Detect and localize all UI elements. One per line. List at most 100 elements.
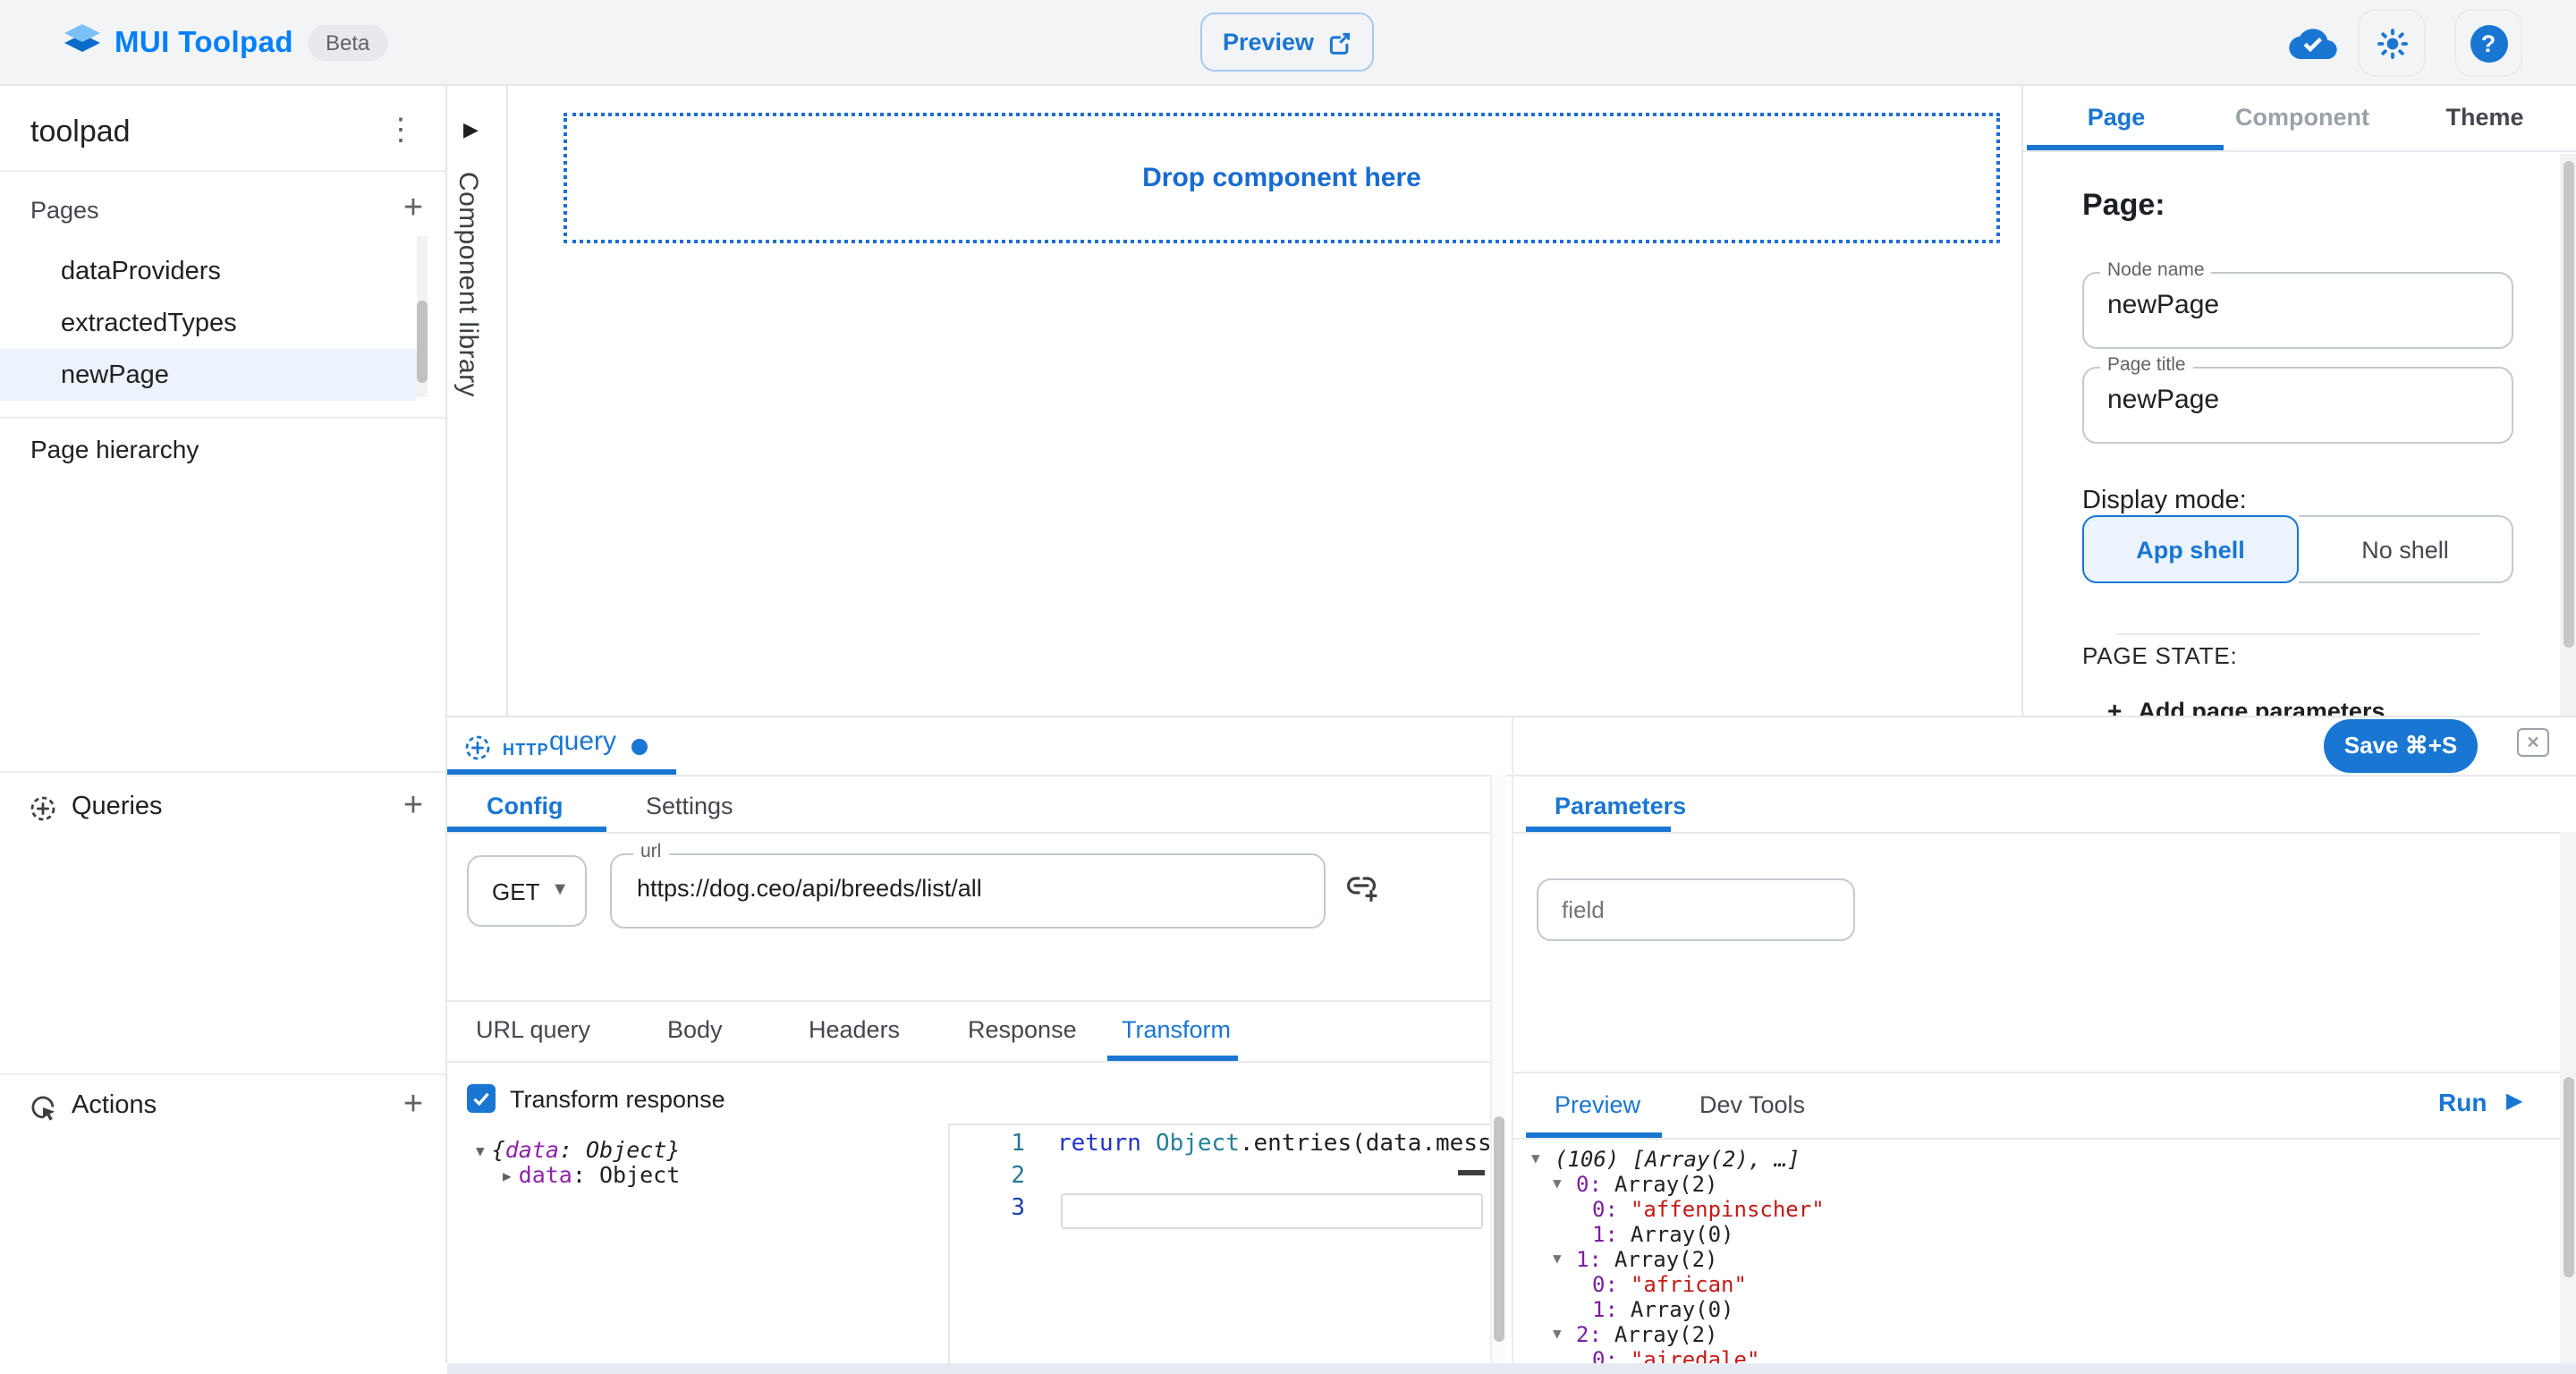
beta-badge: Beta <box>308 25 387 61</box>
app-header: MUI Toolpad Beta Preview ? <box>0 0 2576 86</box>
run-button[interactable]: Run <box>2438 1088 2487 1116</box>
divider <box>1513 1072 2576 1073</box>
current-line-highlight <box>1061 1193 1483 1229</box>
tab-page[interactable]: Page <box>2023 104 2209 131</box>
toggle-app-shell[interactable]: App shell <box>2082 515 2299 583</box>
divider <box>506 86 508 716</box>
component-library-label[interactable]: Component library <box>453 172 483 397</box>
json-tree-row[interactable]: ▼ 1: Array(2) <box>1513 1247 2560 1272</box>
close-panel-button[interactable]: ✕ <box>2517 728 2549 757</box>
add-page-button[interactable]: + <box>390 186 436 233</box>
schema-brace: { <box>492 1136 505 1163</box>
sidebar-item-newpage[interactable]: newPage <box>0 349 417 401</box>
transform-response-label[interactable]: Transform response <box>510 1086 725 1113</box>
code-editor[interactable]: 1 2 3 returnObject.entries(data.messag <box>948 1124 1490 1363</box>
add-action-button[interactable]: + <box>390 1082 436 1129</box>
plus-icon: + <box>2107 696 2122 716</box>
preview-scrollbar-thumb[interactable] <box>2563 1077 2574 1277</box>
tab-dev-tools[interactable]: Dev Tools <box>1699 1091 1805 1118</box>
divider <box>0 417 445 419</box>
json-tree-row[interactable]: 0: "african" <box>1513 1272 2560 1297</box>
schema-child-node[interactable]: ▶data: Object <box>503 1161 680 1188</box>
display-mode-label: Display mode: <box>2082 487 2247 515</box>
json-value: (106) [Array(2), …] <box>1555 1147 1801 1172</box>
schema-key: data <box>505 1136 559 1163</box>
json-tree-row[interactable]: 0: "airedale" <box>1513 1347 2560 1363</box>
divider <box>447 832 1490 834</box>
query-tab-label[interactable]: query <box>549 726 616 757</box>
line-number: 1 <box>964 1131 1025 1158</box>
tree-arrow-icon[interactable]: ▼ <box>1553 1247 1576 1272</box>
tree-arrow-icon[interactable]: ▼ <box>1531 1147 1555 1172</box>
tab-theme[interactable]: Theme <box>2392 104 2576 131</box>
tab-config[interactable]: Config <box>487 793 564 819</box>
url-label: url <box>633 841 668 862</box>
theme-toggle-button[interactable] <box>2358 9 2426 77</box>
parameter-field-input[interactable] <box>1562 896 1830 923</box>
parameter-field[interactable] <box>1537 878 1855 941</box>
json-key: 0: <box>1592 1197 1618 1222</box>
code-line: returnObject.entries(data.messag <box>1057 1131 1490 1158</box>
divider <box>0 170 445 172</box>
json-tree-row[interactable]: 1: Array(0) <box>1513 1297 2560 1322</box>
page-hierarchy-label: Page hierarchy <box>30 435 199 463</box>
drop-zone[interactable]: Drop component here <box>564 113 2000 243</box>
component-library-expand-icon[interactable]: ▶ <box>463 118 479 141</box>
tab-preview[interactable]: Preview <box>1555 1091 1640 1118</box>
tab-parameters[interactable]: Parameters <box>1555 793 1686 819</box>
preview-button[interactable]: Preview <box>1200 13 1374 72</box>
sidebar-item-dataproviders[interactable]: dataProviders <box>0 245 417 297</box>
code-text: .entries(data.messag <box>1240 1131 1490 1158</box>
inspector-scrollbar-thumb[interactable] <box>2563 161 2574 648</box>
tree-arrow-icon[interactable]: ▼ <box>1553 1172 1576 1197</box>
link-icon[interactable] <box>1343 869 1379 905</box>
preview-button-label: Preview <box>1223 29 1314 55</box>
method-select[interactable]: GET ▼ <box>467 855 587 927</box>
page-title-input[interactable] <box>2107 385 2483 415</box>
json-tree-row[interactable]: ▼ 2: Array(2) <box>1513 1322 2560 1347</box>
json-key: 0: <box>1592 1347 1618 1363</box>
tab-settings[interactable]: Settings <box>646 793 733 819</box>
divider <box>0 1073 445 1075</box>
sidebar-item-extractedtypes[interactable]: extractedTypes <box>0 297 417 349</box>
toolpad-editor: MUI Toolpad Beta Preview ? toolp <box>0 0 2576 1374</box>
json-value: "affenpinscher" <box>1631 1197 1825 1222</box>
divider <box>447 1000 1490 1002</box>
toggle-no-shell[interactable]: No shell <box>2299 515 2513 583</box>
result-json-tree[interactable]: ▼ (106) [Array(2), …] ▼ 0: Array(2) 0: "… <box>1513 1147 2560 1363</box>
add-page-parameters-button[interactable]: + Add page parameters <box>2107 696 2385 716</box>
json-value: "african" <box>1631 1272 1747 1297</box>
json-tree-row[interactable]: 1: Array(0) <box>1513 1222 2560 1247</box>
page-state-label: PAGE STATE: <box>2082 642 2238 669</box>
tab-body[interactable]: Body <box>667 1016 723 1043</box>
save-button[interactable]: Save ⌘+S <box>2324 719 2478 773</box>
tab-headers[interactable]: Headers <box>809 1016 900 1043</box>
tree-arrow-icon[interactable]: ▼ <box>1553 1322 1576 1347</box>
expand-arrow-icon[interactable]: ▶ <box>503 1167 512 1183</box>
tab-response[interactable]: Response <box>968 1016 1077 1043</box>
project-menu-button[interactable]: ⋮ <box>379 107 422 154</box>
config-scrollbar-thumb[interactable] <box>1494 1116 1504 1342</box>
collapse-arrow-icon[interactable]: ▼ <box>476 1142 485 1158</box>
url-input[interactable] <box>637 875 1299 902</box>
selection-dash <box>1458 1170 1485 1175</box>
tab-component[interactable]: Component <box>2209 104 2395 131</box>
play-icon[interactable]: ▶ <box>2506 1088 2522 1113</box>
transform-response-checkbox[interactable] <box>467 1084 496 1113</box>
page-title-label: Page title <box>2100 354 2193 376</box>
toolpad-logo-icon <box>61 21 104 64</box>
chevron-down-icon: ▼ <box>551 880 569 900</box>
node-name-input[interactable] <box>2107 290 2483 320</box>
add-query-button[interactable]: + <box>390 784 436 830</box>
schema-root-node[interactable]: ▼{data: Object} <box>476 1136 680 1163</box>
json-tree-row[interactable]: 0: "affenpinscher" <box>1513 1197 2560 1222</box>
help-button[interactable]: ? <box>2454 9 2522 77</box>
tab-transform[interactable]: Transform <box>1122 1016 1231 1043</box>
json-tree-row[interactable]: ▼ 0: Array(2) <box>1513 1172 2560 1197</box>
pages-scrollbar-thumb[interactable] <box>417 301 428 383</box>
display-mode-toggle: App shell No shell <box>2082 515 2513 583</box>
json-tree-row[interactable]: ▼ (106) [Array(2), …] <box>1513 1147 2560 1172</box>
cloud-synced-icon <box>2288 25 2338 61</box>
tab-url-query[interactable]: URL query <box>476 1016 590 1043</box>
node-name-label: Node name <box>2100 259 2212 281</box>
